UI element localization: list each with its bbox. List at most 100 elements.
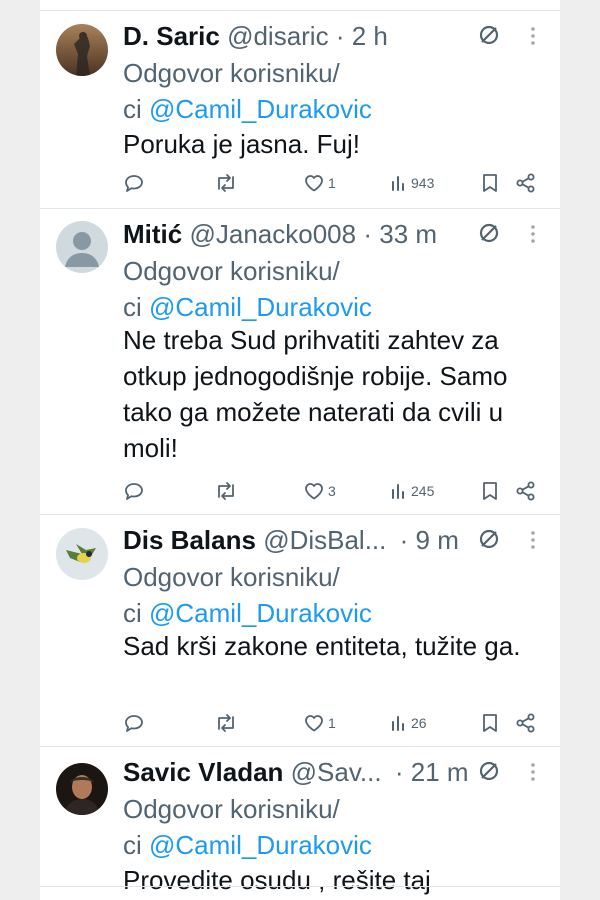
author-name[interactable]: Dis Balans [123, 525, 256, 555]
reply-label: Odgovor korisniku/ [123, 794, 340, 824]
view-count: 245 [411, 483, 435, 499]
bookmark-button[interactable] [480, 168, 500, 198]
mute-icon[interactable] [478, 222, 500, 244]
tweet-reply[interactable]: Savic Vladan @Sav... · 21 m Odgovor kori… [40, 748, 560, 900]
author-handle[interactable]: @disaric [227, 21, 329, 51]
reply-label-tail: ci [123, 598, 142, 628]
author-handle[interactable]: @DisBal... [263, 525, 386, 555]
heart-icon [305, 715, 323, 732]
reply-mention-link[interactable]: @Camil_Durakovic [149, 292, 372, 322]
reply-mention-link[interactable]: @Camil_Durakovic [149, 598, 372, 628]
tweet-header: D. Saric @disaric · 2 h [123, 18, 388, 54]
action-bar: 3 245 [123, 476, 543, 506]
retweet-button[interactable] [214, 476, 241, 506]
share-button[interactable] [515, 476, 537, 506]
bookmark-icon [483, 174, 497, 192]
tweet-time[interactable]: 2 h [352, 21, 388, 51]
avatar[interactable] [56, 763, 108, 815]
avatar[interactable] [56, 528, 108, 580]
divider [40, 746, 560, 747]
like-button[interactable]: 1 [303, 708, 336, 738]
like-button[interactable]: 3 [303, 476, 336, 506]
tweet-reply[interactable]: Dis Balans @DisBal... · 9 m Odgovor kori… [40, 516, 560, 746]
views-button[interactable]: 245 [390, 476, 434, 506]
more-options-icon[interactable] [528, 760, 538, 784]
reply-label: Odgovor korisniku/ [123, 58, 340, 88]
tweet-time[interactable]: 21 m [411, 757, 469, 787]
dot-separator: · [363, 219, 372, 249]
tweet-header: Savic Vladan @Sav... · 21 m [123, 754, 469, 790]
tweet-text: Provedite osudu , rešite taj [123, 865, 431, 895]
action-bar: 1 26 [123, 708, 543, 738]
divider [40, 10, 560, 11]
retweet-icon [218, 714, 234, 732]
divider [40, 886, 560, 887]
view-count: 943 [411, 175, 435, 191]
heart-icon [305, 175, 323, 192]
tweet-header: Dis Balans @DisBal... · 9 m [123, 522, 459, 558]
dot-separator: · [394, 757, 404, 787]
mute-icon[interactable] [478, 24, 500, 46]
reply-button[interactable] [123, 168, 148, 198]
author-handle[interactable]: @Janacko008 [189, 219, 356, 249]
like-button[interactable]: 1 [303, 168, 336, 198]
reply-label-tail: ci [123, 830, 142, 860]
bookmark-button[interactable] [480, 476, 500, 506]
reply-context: Odgovor korisniku/ ci @Camil_Durakovic [123, 253, 543, 325]
author-handle[interactable]: @Sav... [291, 757, 382, 787]
tweet-reply[interactable]: D. Saric @disaric · 2 h Odgovor korisnik… [40, 12, 560, 208]
like-count: 1 [328, 715, 336, 731]
author-name[interactable]: Savic Vladan [123, 757, 283, 787]
mute-icon[interactable] [478, 760, 500, 782]
tweet-reply[interactable]: Mitić @Janacko008 · 33 m Odgovor korisni… [40, 210, 560, 514]
action-bar: 1 943 [123, 168, 543, 198]
retweet-icon [218, 482, 234, 500]
retweet-button[interactable] [214, 168, 241, 198]
more-options-icon[interactable] [528, 222, 538, 246]
retweet-icon [218, 174, 234, 192]
reply-context: Odgovor korisniku/ ci @Camil_Durakovic [123, 55, 543, 127]
tweet-text: Sad krši zakone entiteta, tužite ga. [123, 631, 521, 661]
views-button[interactable]: 26 [390, 708, 427, 738]
retweet-button[interactable] [214, 708, 241, 738]
avatar[interactable] [56, 221, 108, 273]
reply-context: Odgovor korisniku/ ci @Camil_Durakovic [123, 791, 543, 863]
bookmark-icon [483, 714, 497, 732]
tweet-time[interactable]: 9 m [416, 525, 459, 555]
reply-context: Odgovor korisniku/ ci @Camil_Durakovic [123, 559, 543, 631]
tweet-header: Mitić @Janacko008 · 33 m [123, 216, 437, 252]
views-chart-icon [392, 716, 404, 731]
more-options-icon[interactable] [528, 528, 538, 552]
tweet-text: Poruka je jasna. Fuj! [123, 129, 361, 159]
reply-mention-link[interactable]: @Camil_Durakovic [149, 94, 372, 124]
views-chart-icon [392, 484, 404, 499]
share-icon [516, 173, 535, 193]
reply-button[interactable] [123, 476, 148, 506]
share-button[interactable] [515, 168, 537, 198]
bookmark-button[interactable] [480, 708, 500, 738]
dot-separator: · [399, 525, 409, 555]
reply-label-tail: ci [123, 94, 142, 124]
views-button[interactable]: 943 [390, 168, 434, 198]
share-icon [516, 481, 535, 501]
reply-icon [125, 715, 143, 732]
heart-icon [305, 483, 323, 500]
divider [40, 208, 560, 209]
share-button[interactable] [515, 708, 537, 738]
author-name[interactable]: Mitić [123, 219, 182, 249]
author-name[interactable]: D. Saric [123, 21, 220, 51]
views-chart-icon [392, 176, 404, 191]
like-count: 1 [328, 175, 336, 191]
reply-button[interactable] [123, 708, 148, 738]
like-count: 3 [328, 483, 336, 499]
divider [40, 514, 560, 515]
reply-icon [125, 483, 143, 500]
mute-icon[interactable] [478, 528, 500, 550]
reply-label: Odgovor korisniku/ [123, 256, 340, 286]
more-options-icon[interactable] [528, 24, 538, 48]
avatar[interactable] [56, 24, 108, 76]
view-count: 26 [411, 715, 427, 731]
tweet-time[interactable]: 33 m [379, 219, 437, 249]
reply-mention-link[interactable]: @Camil_Durakovic [149, 830, 372, 860]
reply-label: Odgovor korisniku/ [123, 562, 340, 592]
